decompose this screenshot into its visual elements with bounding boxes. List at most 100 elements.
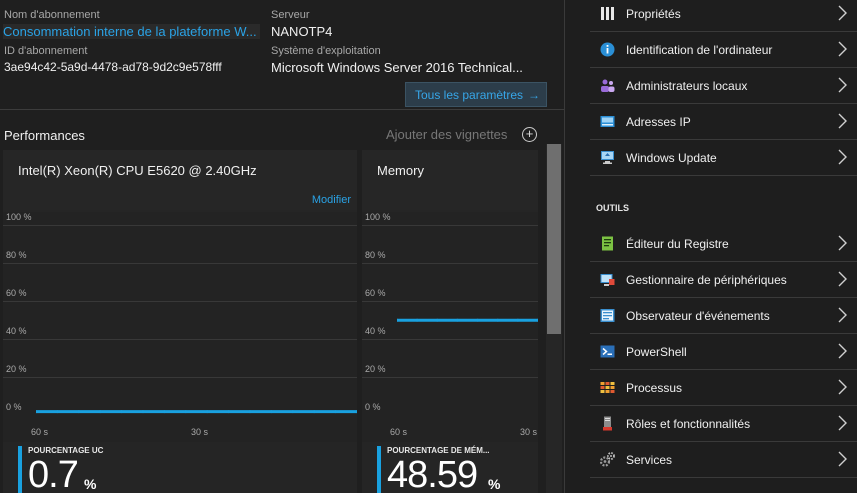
cpu-metric-accent xyxy=(18,446,22,493)
menu-item-label: PowerShell xyxy=(626,345,687,359)
menu-item-label: Observateur d'événements xyxy=(626,309,770,323)
memory-tile-title: Memory xyxy=(377,163,424,178)
tools-section-title: OUTILS xyxy=(596,203,629,213)
arrow-right-icon: → xyxy=(528,88,541,102)
menu-item-label: Propriétés xyxy=(626,7,681,21)
cpu-metric-unit: % xyxy=(84,476,97,492)
chevron-right-icon xyxy=(838,77,847,93)
menu-item-event-viewer[interactable]: Observateur d'événements xyxy=(590,298,857,334)
cpu-tile-header xyxy=(3,150,357,210)
menu-item-roles-and-features[interactable]: Rôles et fonctionnalités xyxy=(590,406,857,442)
scrollbar-thumb[interactable] xyxy=(547,144,561,334)
menu-item-label: Administrateurs locaux xyxy=(626,79,748,93)
series-point xyxy=(141,410,145,414)
memory-y-tick: 100 % xyxy=(365,212,391,222)
cpu-metric-value: 0.7 xyxy=(28,454,79,493)
chevron-right-icon xyxy=(838,41,847,57)
cpu-y-tick: 20 % xyxy=(6,364,27,374)
cpu-gridline xyxy=(3,263,357,264)
series-point xyxy=(496,318,500,322)
memory-metric-value: 48.59 xyxy=(387,454,478,493)
chevron-right-icon xyxy=(838,113,847,129)
subscription-id-label: ID d'abonnement xyxy=(4,45,88,57)
edit-tile-link[interactable]: Modifier xyxy=(312,194,351,206)
series-point xyxy=(476,318,479,322)
memory-y-tick: 40 % xyxy=(365,326,386,336)
subscription-name-label: Nom d'abonnement xyxy=(4,9,100,21)
series-point xyxy=(312,410,316,414)
cpu-tile[interactable]: Intel(R) Xeon(R) CPU E5620 @ 2.40GHz Mod… xyxy=(3,150,357,493)
menu-item-label: Processus xyxy=(626,381,683,395)
menu-item-device-manager[interactable]: Gestionnaire de périphériques xyxy=(590,262,857,298)
menu-item-label: Services xyxy=(626,453,673,467)
series-point xyxy=(270,410,273,414)
memory-metric-unit: % xyxy=(488,476,501,492)
series-point xyxy=(334,410,337,414)
settings-blade: Propriétés Identification de l'ordinateu… xyxy=(565,0,857,493)
network-icon xyxy=(600,116,615,127)
memory-y-tick: 80 % xyxy=(365,250,386,260)
chevron-right-icon xyxy=(838,343,847,359)
cut-off-header xyxy=(4,0,84,2)
cpu-usage-line xyxy=(36,410,357,414)
roles-icon xyxy=(603,416,612,431)
cpu-gridline xyxy=(3,377,357,378)
memory-y-tick: 0 % xyxy=(365,402,381,412)
menu-item-properties[interactable]: Propriétés xyxy=(590,0,857,32)
add-tiles-link[interactable]: Ajouter des vignettes xyxy=(386,127,507,142)
menu-item-label: Gestionnaire de périphériques xyxy=(626,273,787,287)
subscription-name-link[interactable]: Consommation interne de la plateforme W.… xyxy=(3,24,260,39)
series-point xyxy=(56,410,59,414)
series-point xyxy=(415,318,419,322)
essentials-divider xyxy=(0,109,564,110)
memory-metric-accent xyxy=(377,446,381,493)
menu-item-computer-identification[interactable]: Identification de l'ordinateur xyxy=(590,32,857,68)
add-circle-icon[interactable]: + xyxy=(522,127,537,142)
cpu-tile-title: Intel(R) Xeon(R) CPU E5620 @ 2.40GHz xyxy=(18,163,257,178)
cpu-x-tick: 30 s xyxy=(191,427,209,437)
info-icon xyxy=(600,42,615,57)
device-manager-icon xyxy=(600,274,615,286)
menu-item-label: Adresses IP xyxy=(626,115,691,129)
cpu-y-tick: 40 % xyxy=(6,326,27,336)
cpu-y-tick: 0 % xyxy=(6,402,22,412)
series-point xyxy=(77,410,81,414)
all-settings-label: Tous les paramètres xyxy=(415,88,524,102)
series-point xyxy=(291,410,295,414)
processes-icon xyxy=(600,382,615,393)
memory-x-tick: 60 s xyxy=(390,427,408,437)
cpu-gridline xyxy=(3,225,357,226)
menu-item-services[interactable]: Services xyxy=(590,442,857,478)
menu-item-windows-update[interactable]: Windows Update xyxy=(590,140,857,176)
chevron-right-icon xyxy=(838,415,847,431)
menu-item-label: Éditeur du Registre xyxy=(626,237,729,251)
os-value: Microsoft Windows Server 2016 Technical.… xyxy=(271,60,523,75)
series-point xyxy=(435,318,439,322)
users-icon xyxy=(601,79,615,92)
chevron-right-icon xyxy=(838,235,847,251)
chevron-right-icon xyxy=(838,149,847,165)
subscription-id-value: 3ae94c42-5a9d-4478-ad78-9d2c9e578fff xyxy=(4,60,222,74)
overview-pane: Nom d'abonnement Consommation interne de… xyxy=(0,0,564,493)
cpu-gridline xyxy=(3,339,357,340)
performance-title: Performances xyxy=(4,128,85,143)
all-settings-button[interactable]: Tous les paramètres → xyxy=(405,82,547,107)
powershell-icon xyxy=(600,345,615,358)
chevron-right-icon xyxy=(838,379,847,395)
services-icon xyxy=(600,452,615,467)
memory-usage-line xyxy=(397,318,538,322)
series-point xyxy=(184,410,188,414)
menu-item-powershell[interactable]: PowerShell xyxy=(590,334,857,370)
chevron-right-icon xyxy=(838,271,847,287)
chevron-right-icon xyxy=(838,5,847,21)
menu-item-processes[interactable]: Processus xyxy=(590,370,857,406)
menu-item-ip-addresses[interactable]: Adresses IP xyxy=(590,104,857,140)
series-point xyxy=(120,410,123,414)
series-point xyxy=(98,410,102,414)
series-point xyxy=(456,318,459,322)
menu-item-registry-editor[interactable]: Éditeur du Registre xyxy=(590,226,857,262)
menu-item-local-administrators[interactable]: Administrateurs locaux xyxy=(590,68,857,104)
os-label: Système d'exploitation xyxy=(271,45,381,57)
memory-tile[interactable]: Memory 100 % 80 % 60 % 40 % 20 % 0 % 60 … xyxy=(362,150,538,493)
menu-item-label: Identification de l'ordinateur xyxy=(626,43,773,57)
